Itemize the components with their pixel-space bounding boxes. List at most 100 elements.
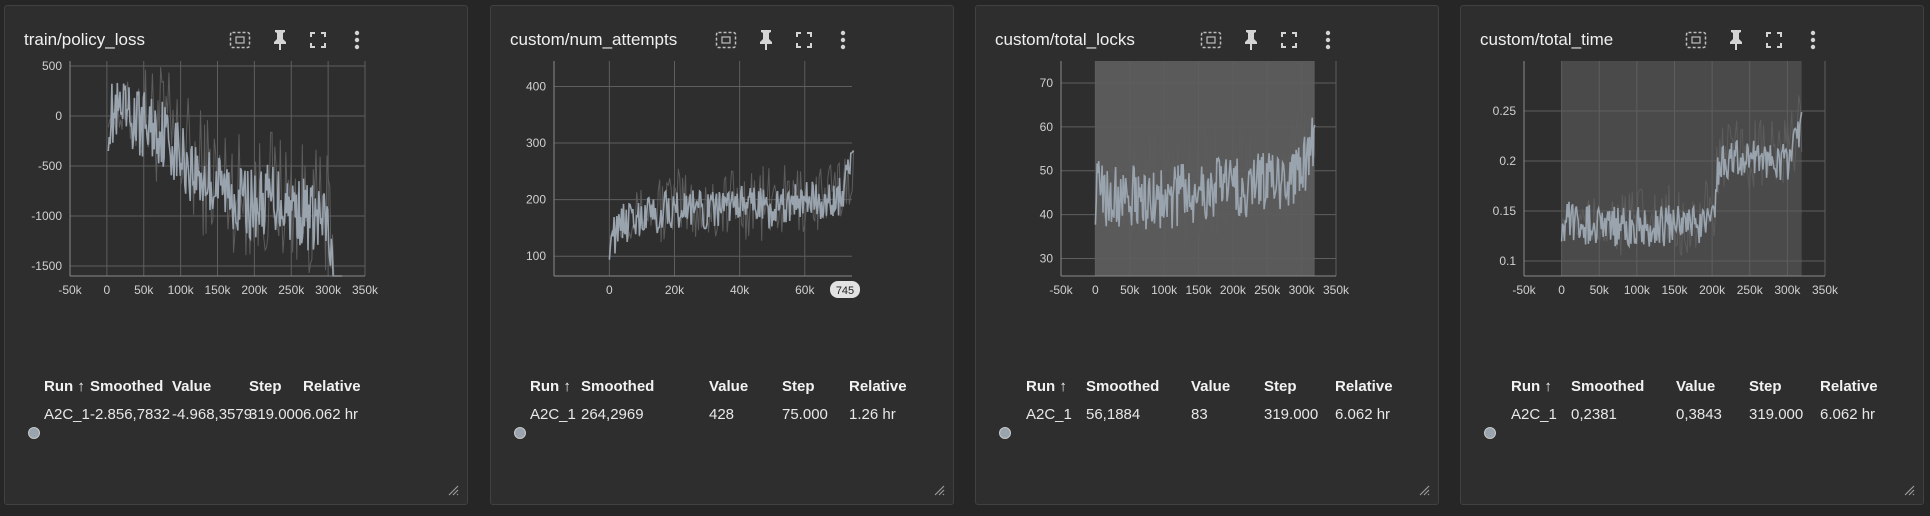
x-tick-label: 100k <box>1624 283 1651 297</box>
header-smoothed[interactable]: Smoothed <box>90 378 163 395</box>
x-tick-label: -50k <box>1512 283 1536 297</box>
y-tick-label: 0.15 <box>1493 204 1517 218</box>
y-tick-label: 500 <box>42 61 62 73</box>
header-relative[interactable]: Relative <box>1335 378 1393 395</box>
fullscreen-icon[interactable] <box>305 27 331 53</box>
header-smoothed[interactable]: Smoothed <box>581 378 654 395</box>
run-color-dot[interactable] <box>1484 427 1496 439</box>
cell-smoothed: 264,2969 <box>581 406 644 423</box>
cell-step: 319.000 <box>1749 406 1804 423</box>
header-value[interactable]: Value <box>172 378 211 395</box>
y-tick-label: 300 <box>526 136 546 150</box>
header-step[interactable]: Step <box>782 378 815 395</box>
x-tick-label: 50k <box>134 283 154 297</box>
cell-step: 319.000 <box>249 406 304 423</box>
cell-run: A2C_1 <box>44 406 90 423</box>
y-tick-label: 70 <box>1040 76 1054 90</box>
run-color-dot[interactable] <box>514 427 526 439</box>
run-color-dot[interactable] <box>999 427 1011 439</box>
more-vert-icon[interactable] <box>344 27 370 53</box>
x-tick-label: 200k <box>241 283 268 297</box>
x-tick-label: 350k <box>352 283 379 297</box>
header-run[interactable]: Run ↑ <box>44 378 85 395</box>
line-chart[interactable]: 0 20k 40k 60k 100 200 300 400 745 <box>491 61 955 376</box>
cell-smoothed: 0,2381 <box>1571 406 1617 423</box>
header-value[interactable]: Value <box>1191 378 1230 395</box>
cell-value: 0,3843 <box>1676 406 1722 423</box>
chart-card-policy-loss: train/policy_loss -50k 0 50k 100k 150k 200k 25… <box>4 5 468 505</box>
x-tick-label: 150k <box>1185 283 1212 297</box>
y-tick-label: 0.2 <box>1499 154 1516 168</box>
cell-relative: 6.062 hr <box>1820 406 1876 423</box>
pin-icon[interactable] <box>1723 27 1749 53</box>
x-tick-label: 40k <box>730 283 750 297</box>
line-chart[interactable]: -50k 0 50k 100k 150k 200k 250k 300k 350k 500 0 -500… <box>5 61 469 376</box>
y-tick-label: 400 <box>526 79 546 93</box>
header-smoothed[interactable]: Smoothed <box>1086 378 1159 395</box>
x-tick-label: 0 <box>1092 283 1099 297</box>
y-tick-label: 30 <box>1040 251 1054 265</box>
fit-domain-icon[interactable] <box>713 27 739 53</box>
chart-card-total-locks: custom/total_locks -50k 0 50k 100k 150k 200k 2… <box>975 5 1439 505</box>
fit-domain-icon[interactable] <box>1683 27 1709 53</box>
resize-handle-icon[interactable] <box>1901 482 1915 496</box>
run-color-dot[interactable] <box>28 427 40 439</box>
cell-relative: 1.26 hr <box>849 406 896 423</box>
x-tick-label: -50k <box>1049 283 1073 297</box>
x-tick-label: 300k <box>1774 283 1801 297</box>
header-step[interactable]: Step <box>1749 378 1782 395</box>
x-tick-label: 250k <box>278 283 305 297</box>
header-run[interactable]: Run ↑ <box>530 378 571 395</box>
line-chart[interactable]: -50k 0 50k 100k 150k 200k 250k 300k 350k 30 40 50 60… <box>976 61 1440 376</box>
x-tick-label: -50k <box>58 283 82 297</box>
resize-handle-icon[interactable] <box>931 482 945 496</box>
cell-value: 428 <box>709 406 735 423</box>
header-step[interactable]: Step <box>1264 378 1297 395</box>
y-tick-label: 0.25 <box>1493 104 1517 118</box>
x-tick-label: 200k <box>1220 283 1247 297</box>
fullscreen-icon[interactable] <box>1276 27 1302 53</box>
fit-domain-icon[interactable] <box>1198 27 1224 53</box>
header-smoothed[interactable]: Smoothed <box>1571 378 1644 395</box>
header-relative[interactable]: Relative <box>849 378 907 395</box>
x-tick-label: 0 <box>606 283 613 297</box>
line-chart[interactable]: -50k 0 50k 100k 150k 200k 250k 300k 350k 0.1 0.15 0… <box>1461 61 1925 376</box>
y-tick-label: 40 <box>1040 208 1054 222</box>
header-relative[interactable]: Relative <box>303 378 361 395</box>
header-step[interactable]: Step <box>249 378 282 395</box>
x-tick-label: 300k <box>1289 283 1316 297</box>
pin-icon[interactable] <box>267 27 293 53</box>
cell-run: A2C_1 <box>1026 406 1072 423</box>
fullscreen-icon[interactable] <box>791 27 817 53</box>
fit-domain-icon[interactable] <box>227 27 253 53</box>
x-tick-label: 350k <box>1323 283 1350 297</box>
fullscreen-icon[interactable] <box>1761 27 1787 53</box>
cell-smoothed: -2.856,7832 <box>90 406 171 423</box>
plot-area <box>554 61 852 276</box>
y-tick-label: -1000 <box>31 209 62 223</box>
chart-title: custom/num_attempts <box>510 30 678 49</box>
cell-smoothed: 56,1884 <box>1086 406 1141 423</box>
resize-handle-icon[interactable] <box>445 482 459 496</box>
x-tick-label: 50k <box>1590 283 1610 297</box>
pin-icon[interactable] <box>1238 27 1264 53</box>
header-run[interactable]: Run ↑ <box>1026 378 1067 395</box>
pin-icon[interactable] <box>753 27 779 53</box>
x-tick-label: 100k <box>1151 283 1178 297</box>
y-tick-label: 200 <box>526 193 546 207</box>
x-hover-label: 745 <box>836 285 854 297</box>
y-tick-label: -500 <box>38 159 62 173</box>
cell-value: -4.968,3579 <box>172 406 253 423</box>
x-tick-label: 100k <box>168 283 195 297</box>
resize-handle-icon[interactable] <box>1416 482 1430 496</box>
y-tick-label: 60 <box>1040 120 1054 134</box>
header-value[interactable]: Value <box>1676 378 1715 395</box>
header-run[interactable]: Run ↑ <box>1511 378 1552 395</box>
more-vert-icon[interactable] <box>1800 27 1826 53</box>
more-vert-icon[interactable] <box>1315 27 1341 53</box>
header-relative[interactable]: Relative <box>1820 378 1878 395</box>
more-vert-icon[interactable] <box>830 27 856 53</box>
y-tick-label: 100 <box>526 249 546 263</box>
header-value[interactable]: Value <box>709 378 748 395</box>
x-tick-label: 150k <box>1661 283 1688 297</box>
